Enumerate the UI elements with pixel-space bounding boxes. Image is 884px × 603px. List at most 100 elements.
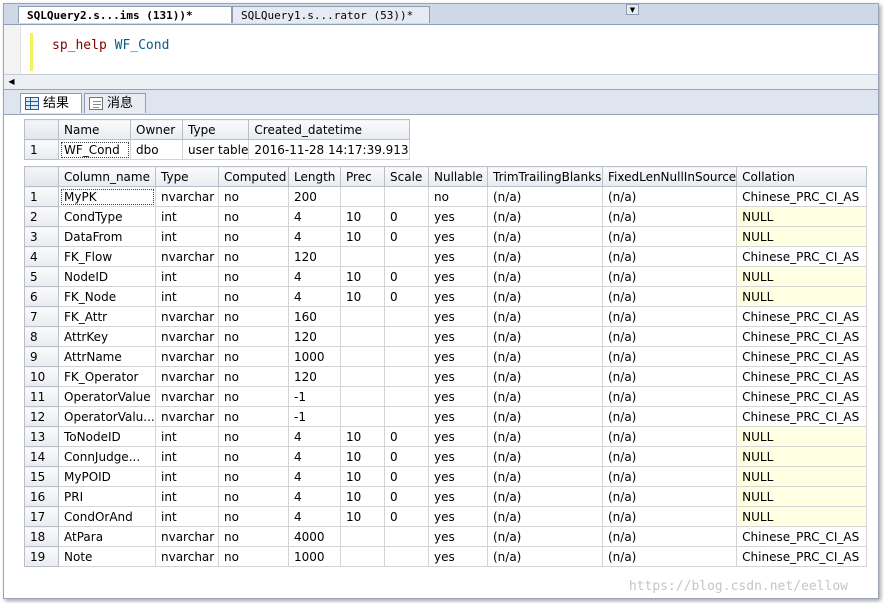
grid-cell[interactable]: 4 xyxy=(288,266,341,287)
grid-cell[interactable]: FK_Node xyxy=(58,286,156,307)
grid-cell[interactable]: int xyxy=(155,226,219,247)
grid-cell[interactable]: no xyxy=(218,346,289,367)
grid-cell[interactable]: 4 xyxy=(288,466,341,487)
grid-cell[interactable]: no xyxy=(218,206,289,227)
table-row[interactable]: 13 ToNodeID int no 4 10 0 yes (n/a) (n/a) NULL xyxy=(24,426,868,447)
grid-cell[interactable]: Chinese_PRC_CI_AS xyxy=(736,366,868,387)
grid-cell[interactable] xyxy=(340,246,385,267)
grid-cell[interactable]: (n/a) xyxy=(487,366,603,387)
query-editor[interactable]: sp_help WF_Cond xyxy=(4,25,878,74)
row-number[interactable]: 19 xyxy=(24,546,59,567)
grid-cell[interactable]: yes xyxy=(428,326,488,347)
editor-horizontal-scrollbar[interactable]: ◀ xyxy=(4,74,878,90)
column-header[interactable]: Column_name xyxy=(58,166,156,187)
grid-cell[interactable]: (n/a) xyxy=(487,546,603,567)
row-number[interactable]: 11 xyxy=(24,386,59,407)
grid-cell[interactable]: (n/a) xyxy=(487,286,603,307)
grid-cell[interactable]: int xyxy=(155,466,219,487)
grid-corner[interactable] xyxy=(24,119,59,140)
grid-cell[interactable]: (n/a) xyxy=(601,526,738,547)
table-row[interactable]: 4 FK_Flow nvarchar no 120 yes (n/a) (n/a) Chines… xyxy=(24,246,868,267)
column-header[interactable]: Owner xyxy=(130,119,183,140)
grid-cell[interactable]: (n/a) xyxy=(601,246,738,267)
grid-cell[interactable]: MyPOID xyxy=(58,466,156,487)
table-row[interactable]: 9 AttrName nvarchar no 1000 yes (n/a) (n/a) Chin… xyxy=(24,346,868,367)
grid-cell[interactable] xyxy=(340,406,385,427)
grid-cell[interactable]: no xyxy=(218,226,289,247)
grid-cell[interactable]: no xyxy=(428,186,488,207)
grid-cell[interactable]: no xyxy=(218,486,289,507)
grid-cell[interactable]: Chinese_PRC_CI_AS xyxy=(736,246,868,267)
column-header[interactable]: TrimTrailingBlanks xyxy=(487,166,603,187)
grid-cell[interactable]: user table xyxy=(181,139,250,160)
grid-cell[interactable]: int xyxy=(155,206,219,227)
grid-cell[interactable]: 10 xyxy=(340,266,385,287)
object-info-grid[interactable]: Name Owner Type Created_datetime 1 WF_Cond db… xyxy=(24,119,410,160)
grid-cell[interactable]: no xyxy=(218,406,289,427)
grid-cell[interactable]: 120 xyxy=(288,246,341,267)
grid-cell[interactable]: (n/a) xyxy=(487,486,603,507)
grid-cell[interactable]: OperatorValue xyxy=(58,386,156,407)
table-row[interactable]: 17 CondOrAnd int no 4 10 0 yes (n/a) (n/a) NULL xyxy=(24,506,868,527)
grid-cell[interactable]: nvarchar xyxy=(155,526,219,547)
grid-cell[interactable]: DataFrom xyxy=(58,226,156,247)
grid-cell[interactable]: 2016-11-28 14:17:39.913 xyxy=(248,139,410,160)
grid-cell[interactable]: 10 xyxy=(340,226,385,247)
grid-cell[interactable]: 10 xyxy=(340,506,385,527)
table-row[interactable]: 18 AtPara nvarchar no 4000 yes (n/a) (n/a) Chine… xyxy=(24,526,868,547)
grid-cell[interactable]: yes xyxy=(428,306,488,327)
grid-cell[interactable]: nvarchar xyxy=(155,306,219,327)
grid-cell[interactable]: 0 xyxy=(384,226,429,247)
column-header[interactable]: Scale xyxy=(384,166,429,187)
table-row[interactable]: 10 FK_Operator nvarchar no 120 yes (n/a) (n/a) C… xyxy=(24,366,868,387)
column-header[interactable]: Collation xyxy=(736,166,868,187)
row-number[interactable]: 14 xyxy=(24,446,59,467)
row-number[interactable]: 3 xyxy=(24,226,59,247)
row-number[interactable]: 7 xyxy=(24,306,59,327)
grid-cell[interactable] xyxy=(384,326,429,347)
grid-cell[interactable]: 4 xyxy=(288,486,341,507)
table-row[interactable]: 3 DataFrom int no 4 10 0 yes (n/a) (n/a) NULL xyxy=(24,226,868,247)
grid-cell[interactable]: 4 xyxy=(288,286,341,307)
column-header[interactable]: FixedLenNullInSource xyxy=(601,166,738,187)
grid-cell[interactable]: 10 xyxy=(340,486,385,507)
grid-cell[interactable]: (n/a) xyxy=(487,446,603,467)
row-number[interactable]: 17 xyxy=(24,506,59,527)
grid-cell[interactable]: (n/a) xyxy=(487,326,603,347)
row-number[interactable]: 8 xyxy=(24,326,59,347)
tab-messages[interactable]: 消息 xyxy=(84,93,146,113)
grid-cell[interactable]: AttrName xyxy=(58,346,156,367)
grid-cell[interactable]: NULL xyxy=(736,506,868,527)
grid-cell[interactable] xyxy=(340,186,385,207)
grid-cell[interactable] xyxy=(384,346,429,367)
grid-cell[interactable]: yes xyxy=(428,426,488,447)
table-row[interactable]: 19 Note nvarchar no 1000 yes (n/a) (n/a) Chinese… xyxy=(24,546,868,567)
row-number[interactable]: 5 xyxy=(24,266,59,287)
row-number[interactable]: 10 xyxy=(24,366,59,387)
grid-cell[interactable]: yes xyxy=(428,346,488,367)
grid-cell[interactable]: 0 xyxy=(384,286,429,307)
row-number[interactable]: 2 xyxy=(24,206,59,227)
grid-cell[interactable]: Chinese_PRC_CI_AS xyxy=(736,346,868,367)
grid-cell[interactable]: 200 xyxy=(288,186,341,207)
row-number[interactable]: 18 xyxy=(24,526,59,547)
grid-cell[interactable]: yes xyxy=(428,466,488,487)
grid-cell[interactable]: nvarchar xyxy=(155,386,219,407)
tab-results[interactable]: 结果 xyxy=(20,93,82,113)
grid-cell[interactable]: (n/a) xyxy=(487,226,603,247)
grid-cell[interactable]: 0 xyxy=(384,446,429,467)
grid-cell[interactable]: yes xyxy=(428,486,488,507)
grid-cell[interactable]: (n/a) xyxy=(487,266,603,287)
grid-cell[interactable] xyxy=(340,346,385,367)
grid-cell[interactable] xyxy=(384,186,429,207)
grid-cell[interactable]: 0 xyxy=(384,266,429,287)
grid-cell[interactable]: 120 xyxy=(288,326,341,347)
grid-cell[interactable]: (n/a) xyxy=(601,486,738,507)
grid-cell[interactable]: yes xyxy=(428,386,488,407)
grid-cell[interactable]: int xyxy=(155,426,219,447)
grid-cell[interactable]: Note xyxy=(58,546,156,567)
table-row[interactable]: 16 PRI int no 4 10 0 yes (n/a) (n/a) NULL xyxy=(24,486,868,507)
grid-cell[interactable]: (n/a) xyxy=(487,186,603,207)
column-header[interactable]: Created_datetime xyxy=(248,119,410,140)
row-number[interactable]: 9 xyxy=(24,346,59,367)
